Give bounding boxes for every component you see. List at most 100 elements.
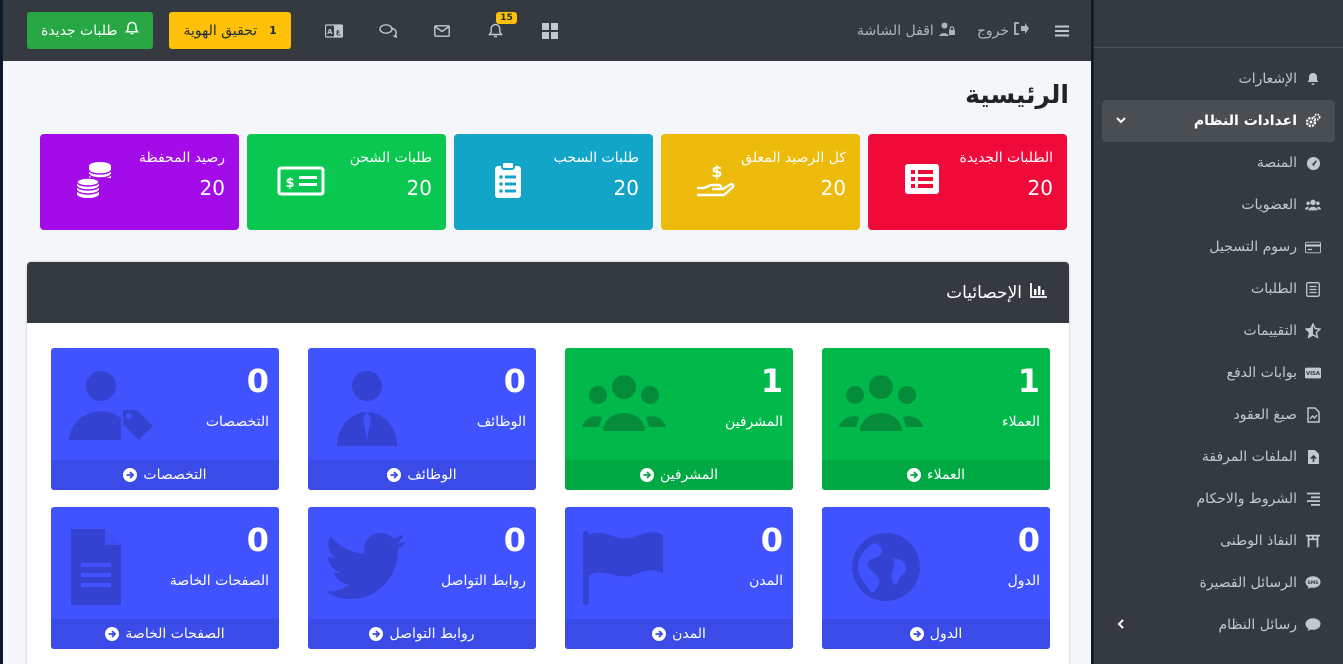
sidebar-item-ratings[interactable]: التقييمات — [1102, 310, 1335, 352]
sidebar-menu: الإشعارات اعدادات النظام المنصة العضويات… — [1094, 48, 1343, 646]
sidebar-item-attachments[interactable]: الملفات المرفقة — [1102, 436, 1335, 478]
tile-footer-link[interactable]: التخصصات — [51, 460, 279, 490]
verify-identity-button[interactable]: 1 تحقيق الهوية — [169, 12, 291, 49]
tile-footer-link[interactable]: المشرفين — [565, 460, 793, 490]
chart-bar-icon — [1030, 282, 1047, 303]
tile-footer-link[interactable]: روابط التواصل — [308, 619, 536, 649]
arrow-circle-right-icon — [105, 627, 120, 641]
statistics-card-header: الإحصائيات — [27, 262, 1069, 323]
top-navbar: خروج اقفل الشاشة 15 Aع 1 تحقيق الهوية طل… — [3, 0, 1091, 61]
tile-footer-label: العملاء — [927, 467, 965, 483]
navbar-left: 15 Aع 1 تحقيق الهوية طلبات جديدة — [27, 11, 561, 49]
arrow-circle-right-icon — [387, 468, 402, 482]
sign-out-icon — [1014, 22, 1029, 39]
sidebar-item-label: الإشعارات — [1238, 71, 1297, 87]
stat-tile-cities: 0 المدن المدن — [565, 507, 793, 649]
globe-icon — [852, 533, 920, 601]
file-icon — [1305, 407, 1321, 423]
sidebar-item-notifications[interactable]: الإشعارات — [1102, 58, 1335, 100]
user-tie-icon — [337, 371, 397, 446]
tile-footer-link[interactable]: الدول — [822, 619, 1050, 649]
list-alt-icon — [905, 164, 939, 194]
sidebar-item-label: الطلبات — [1251, 281, 1297, 297]
navbar-right: خروج اقفل الشاشة — [857, 20, 1073, 42]
tile-count: 0 — [1017, 521, 1040, 559]
tile-count: 0 — [503, 521, 526, 559]
verify-identity-label: تحقيق الهوية — [183, 22, 258, 39]
sidebar-item-sms[interactable]: SMS الرسائل القصيرة — [1102, 562, 1335, 604]
sidebar-item-label: الرسائل القصيرة — [1199, 575, 1298, 591]
svg-text:A: A — [327, 28, 333, 36]
comments-icon[interactable] — [377, 20, 399, 42]
new-orders-box[interactable]: الطلبات الجديدة 20 — [868, 134, 1067, 230]
tile-label: الصفحات الخاصة — [169, 573, 269, 589]
arrow-circle-right-icon — [639, 468, 654, 482]
star-icon — [1305, 323, 1321, 339]
statistics-card: الإحصائيات 1 العملاء العملاء 1 المشرفين … — [27, 262, 1069, 664]
sidebar-item-registration-fees[interactable]: رسوم التسجيل — [1102, 226, 1335, 268]
sidebar-item-memberships[interactable]: العضويات — [1102, 184, 1335, 226]
sidebar-item-label: التقييمات — [1243, 323, 1297, 339]
tile-footer-link[interactable]: المدن — [565, 619, 793, 649]
sidebar-item-system-settings[interactable]: اعدادات النظام — [1102, 100, 1335, 142]
tile-label: الدول — [1007, 573, 1040, 589]
coins-icon — [76, 162, 112, 198]
money-check-icon: $ — [277, 166, 325, 196]
user-tag-icon — [69, 371, 153, 440]
hamburger-menu-icon[interactable] — [1051, 20, 1073, 42]
verify-count-badge: 1 — [269, 24, 277, 37]
bell-icon — [1305, 71, 1321, 87]
tile-label: التخصصات — [205, 414, 269, 430]
user-lock-icon — [938, 22, 955, 40]
comment-icon — [1305, 617, 1321, 633]
tile-footer-link[interactable]: الوظائف — [308, 460, 536, 490]
stat-tile-custom-pages: 0 الصفحات الخاصة الصفحات الخاصة — [51, 507, 279, 649]
logout-link[interactable]: خروج — [977, 22, 1029, 39]
envelope-icon[interactable] — [431, 20, 453, 42]
arrow-circle-right-icon — [652, 627, 667, 641]
tile-label: الوظائف — [476, 414, 526, 430]
new-requests-label: طلبات جديدة — [41, 22, 118, 39]
tile-label: روابط التواصل — [440, 573, 526, 589]
credit-card-icon — [1305, 239, 1321, 255]
tile-footer-label: الصفحات الخاصة — [125, 626, 225, 642]
stat-tile-clients: 1 العملاء العملاء — [822, 348, 1050, 490]
tile-count: 1 — [1017, 362, 1040, 400]
sidebar-item-system-messages[interactable]: رسائل النظام — [1102, 604, 1335, 646]
new-requests-button[interactable]: طلبات جديدة — [27, 12, 154, 49]
sidebar-item-orders[interactable]: الطلبات — [1102, 268, 1335, 310]
bell-icon — [125, 21, 140, 40]
language-icon[interactable]: Aع — [323, 20, 345, 42]
sidebar-item-label: المنصة — [1256, 155, 1297, 171]
sidebar-item-platform[interactable]: المنصة — [1102, 142, 1335, 184]
tile-footer-link[interactable]: العملاء — [822, 460, 1050, 490]
lock-screen-link[interactable]: اقفل الشاشة — [857, 22, 955, 40]
svg-text:VISA: VISA — [1306, 371, 1321, 377]
svg-text:SMS: SMS — [1308, 580, 1319, 586]
notifications-icon[interactable]: 15 — [485, 11, 517, 42]
tile-count: 0 — [246, 362, 269, 400]
arrow-circle-right-icon — [907, 468, 922, 482]
charge-requests-box[interactable]: طلبات الشحن 20 $ — [247, 134, 446, 230]
tile-label: المشرفين — [724, 414, 783, 430]
withdraw-requests-box[interactable]: طلبات السحب 20 — [454, 134, 653, 230]
stat-tile-countries: 0 الدول الدول — [822, 507, 1050, 649]
pending-balance-box[interactable]: كل الرصيد المعلق 20 $ — [661, 134, 860, 230]
list-box-icon — [1305, 281, 1321, 297]
file-upload-icon — [1305, 449, 1321, 465]
tile-footer-label: روابط التواصل — [389, 626, 475, 642]
sidebar-item-national-access[interactable]: النفاذ الوطنى — [1102, 520, 1335, 562]
lock-screen-label: اقفل الشاشة — [856, 22, 934, 39]
tile-footer-link[interactable]: الصفحات الخاصة — [51, 619, 279, 649]
sidebar-item-contract-forms[interactable]: صيغ العقود — [1102, 394, 1335, 436]
grid-icon[interactable] — [539, 20, 561, 42]
stat-tile-specializations: 0 التخصصات التخصصات — [51, 348, 279, 490]
sidebar-item-payment-gateways[interactable]: VISA بوابات الدفع — [1102, 352, 1335, 394]
wallet-balance-box[interactable]: رصيد المحفظة 20 — [40, 134, 239, 230]
sidebar: الإشعارات اعدادات النظام المنصة العضويات… — [1093, 0, 1343, 664]
stat-tile-social-links: 0 روابط التواصل روابط التواصل — [308, 507, 536, 649]
sidebar-item-terms[interactable]: الشروط والاحكام — [1102, 478, 1335, 520]
arrow-circle-right-icon — [909, 627, 924, 641]
sidebar-item-label: الشروط والاحكام — [1196, 491, 1297, 507]
tile-count: 1 — [760, 362, 783, 400]
